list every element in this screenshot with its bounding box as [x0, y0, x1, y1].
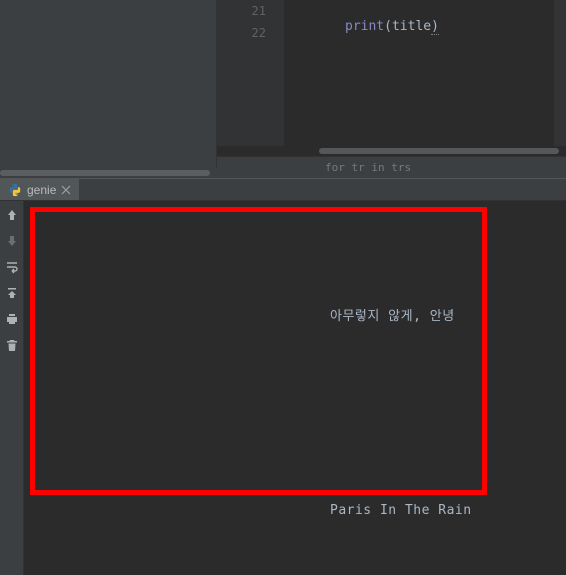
- run-tab-label: genie: [27, 183, 56, 197]
- project-horizontal-scrollbar[interactable]: [0, 168, 217, 178]
- scrollbar-thumb[interactable]: [0, 170, 210, 176]
- paren-close: ): [431, 19, 439, 35]
- scrollbar-thumb[interactable]: [319, 148, 559, 154]
- arrow-down-icon[interactable]: [4, 233, 20, 249]
- code-text-area[interactable]: print(title): [285, 0, 566, 146]
- top-split: 21 22 ⊖ print(title) for tr in trs: [0, 0, 566, 178]
- line-number: 22: [217, 22, 266, 44]
- close-icon[interactable]: [61, 185, 71, 195]
- run-tabbar: genie: [0, 179, 566, 201]
- editor-pane: 21 22 ⊖ print(title) for tr in trs: [217, 0, 566, 178]
- soft-wrap-icon[interactable]: [4, 259, 20, 275]
- console-line: 아무렇지 않게, 안녕: [330, 305, 455, 324]
- paren-open: (: [384, 19, 392, 34]
- code-line: print(title): [345, 16, 566, 38]
- editor-horizontal-scrollbar[interactable]: [217, 146, 566, 156]
- ide-window: 21 22 ⊖ print(title) for tr in trs: [0, 0, 566, 575]
- keyword-print: print: [345, 19, 384, 34]
- console-line: Paris In The Rain: [330, 503, 472, 518]
- print-icon[interactable]: [4, 311, 20, 327]
- line-number: 21: [217, 0, 266, 22]
- run-body: 아무렇지 않게, 안녕 Paris In The Rain: [0, 201, 566, 575]
- python-icon: [8, 183, 22, 197]
- run-tool-window: genie: [0, 178, 566, 575]
- arrow-up-icon[interactable]: [4, 207, 20, 223]
- project-tool-window[interactable]: [0, 0, 217, 178]
- run-toolbar: [0, 201, 24, 575]
- editor-marker-stripe[interactable]: [554, 0, 566, 146]
- run-tab-genie[interactable]: genie: [0, 179, 79, 200]
- code-line: [345, 0, 566, 16]
- editor-gutter[interactable]: 21 22: [217, 0, 285, 146]
- highlight-annotation-box: [30, 207, 487, 495]
- console-output[interactable]: 아무렇지 않게, 안녕 Paris In The Rain: [24, 201, 566, 575]
- breadcrumbs-bar[interactable]: for tr in trs: [217, 156, 566, 178]
- scroll-to-end-icon[interactable]: [4, 285, 20, 301]
- breadcrumb-item[interactable]: for tr in trs: [325, 161, 411, 174]
- identifier-title: title: [392, 19, 431, 34]
- trash-icon[interactable]: [4, 337, 20, 353]
- code-editor[interactable]: 21 22 ⊖ print(title): [217, 0, 566, 146]
